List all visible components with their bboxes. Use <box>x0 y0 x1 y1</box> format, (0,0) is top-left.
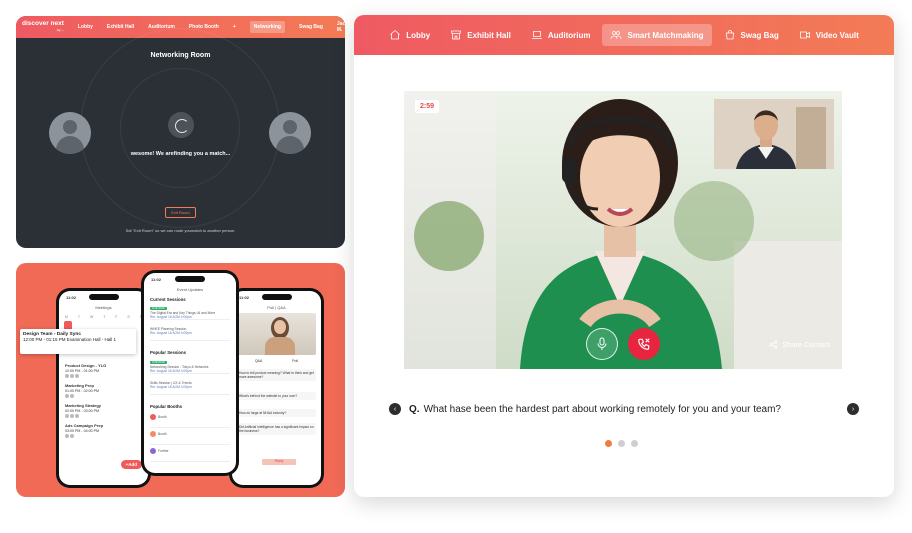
end-call-button[interactable] <box>628 328 660 360</box>
question-item[interactable]: What's behind the website to your own? <box>237 392 316 400</box>
avatar-self <box>49 112 91 154</box>
host-person <box>520 99 722 369</box>
nav-lobby[interactable]: Lobby <box>381 24 438 46</box>
booth-card[interactable]: Booth <box>150 412 230 428</box>
list-item[interactable]: Marketing Strategy 02:00 PM - 03:00 PM <box>65 403 142 418</box>
nav-swag-bag[interactable]: Swag Bag <box>299 24 323 30</box>
screen-title: Event Updates <box>176 287 204 292</box>
session-card[interactable]: Skills Session | UX & Trends Rm: August 1… <box>150 379 230 395</box>
video-icon <box>799 31 810 39</box>
nav-auditorium[interactable]: Auditorium <box>523 24 599 46</box>
nav-networking[interactable]: Networking <box>249 21 285 33</box>
nav-exhibit-hall[interactable]: Exhibit Hall <box>442 24 519 46</box>
list-item[interactable]: Product Design - YLG 12:00 PM - 01:00 PM <box>65 363 142 378</box>
nav-exhibit-hall[interactable]: Exhibit Hall <box>107 24 134 30</box>
logo[interactable]: discover next by ... <box>22 20 64 33</box>
reply-button[interactable]: Reply <box>262 459 296 465</box>
store-icon <box>451 30 462 40</box>
pagination-dot[interactable] <box>605 440 612 447</box>
question-carousel: ‹ Q. What hase been the hardest part abou… <box>389 402 859 416</box>
share-contact-button[interactable]: Share Contact <box>769 340 830 349</box>
home-icon <box>390 29 401 40</box>
screen-title: Meetings <box>95 305 112 310</box>
list-item[interactable]: Ads Campaign Prep 03:00 PM - 04:00 PM <box>65 423 142 438</box>
meeting-popup-card[interactable]: Design Team - Daily Sync 12:00 PM - 01:1… <box>20 329 136 354</box>
self-video-thumbnail[interactable] <box>714 99 834 169</box>
exit-room-button[interactable]: Exit Room <box>165 207 196 218</box>
microphone-icon <box>597 337 607 350</box>
page-title: Networking Room <box>150 52 211 59</box>
list-item[interactable]: Marketing Prep 01:00 PM - 02:00 PM <box>65 383 142 398</box>
speaker-video[interactable] <box>237 313 316 355</box>
call-timer: 2:59 <box>415 100 440 113</box>
exit-hint: Sdt "Exit Room" so we can route youmatch… <box>125 228 236 233</box>
avatar-match <box>269 112 311 154</box>
carousel-pagination <box>605 440 638 447</box>
session-card[interactable]: WHEE Planning Session Rm: August 16 AGM 4… <box>150 325 230 341</box>
add-meeting-button[interactable]: +Add <box>120 460 142 469</box>
chevron-left-icon: ‹ <box>393 405 397 413</box>
nav-video-vault[interactable]: Video Vault <box>791 24 867 46</box>
loading-spinner-icon <box>168 112 194 138</box>
screen-title: Poll | Q&A <box>267 305 286 310</box>
user-name[interactable]: Jack M. <box>337 21 345 33</box>
nav-lobby[interactable]: Lobby <box>78 24 93 30</box>
question-item[interactable]: How do large at NHAA industry? <box>237 409 316 417</box>
smart-matchmaking-panel: Lobby Exhibit Hall Auditorium Smart Matc… <box>354 15 894 497</box>
session-card[interactable]: LIVE NOW Networking Session - Tokyo & Net… <box>150 358 230 374</box>
status-time: 11:02 <box>66 295 77 300</box>
week-strip[interactable]: MTWTFSS <box>65 315 142 319</box>
pagination-dot[interactable] <box>631 440 638 447</box>
nav-more[interactable]: + <box>233 24 236 30</box>
main-navbar: Lobby Exhibit Hall Auditorium Smart Matc… <box>354 15 894 55</box>
phone-meetings: 11:02 Meetings MTWTFSS Product Design - … <box>56 288 151 488</box>
booth-card[interactable]: Further <box>150 446 230 462</box>
icebreaker-question: Q. What hase been the hardest part about … <box>409 403 781 415</box>
qa-tabs[interactable]: Q&A Poll <box>240 359 313 363</box>
phone-event-updates: 11:02 Event Updates Current Sessions LIV… <box>141 270 239 476</box>
people-icon <box>611 31 622 40</box>
phone-hangup-icon <box>638 338 650 350</box>
tab-qa[interactable]: Q&A <box>255 359 263 363</box>
laptop-icon <box>531 31 542 39</box>
tab-poll[interactable]: Poll <box>292 359 298 363</box>
chevron-right-icon: › <box>851 405 855 413</box>
video-call-stage: 2:59 Share Contact <box>404 91 842 369</box>
mute-microphone-button[interactable] <box>586 328 618 360</box>
phone-poll-qa: 11:02 Poll | Q&A Q&A Poll How to tell pr… <box>229 288 324 488</box>
prev-question-button[interactable]: ‹ <box>389 403 401 415</box>
nav-swag-bag[interactable]: Swag Bag <box>716 24 787 46</box>
booth-card[interactable]: Booth <box>150 429 230 445</box>
mobile-app-panel: 11:02 Meetings MTWTFSS Product Design - … <box>16 263 345 497</box>
question-item[interactable]: How to tell product meaning? What to thi… <box>237 369 316 381</box>
next-question-button[interactable]: › <box>847 403 859 415</box>
share-icon <box>769 340 778 349</box>
question-item[interactable]: Did Artificial Intelligence has a signif… <box>237 423 316 435</box>
self-person <box>714 99 834 169</box>
bag-icon <box>725 30 734 40</box>
networking-room-panel: discover next by ... Lobby Exhibit Hall A… <box>16 16 345 248</box>
session-card[interactable]: LIVE NOW The Digital Era and Key Things: … <box>150 304 230 320</box>
nav-smart-matchmaking[interactable]: Smart Matchmaking <box>602 24 712 46</box>
pagination-dot[interactable] <box>618 440 625 447</box>
matching-status: wesome! We arefinding you a match... <box>130 151 231 157</box>
